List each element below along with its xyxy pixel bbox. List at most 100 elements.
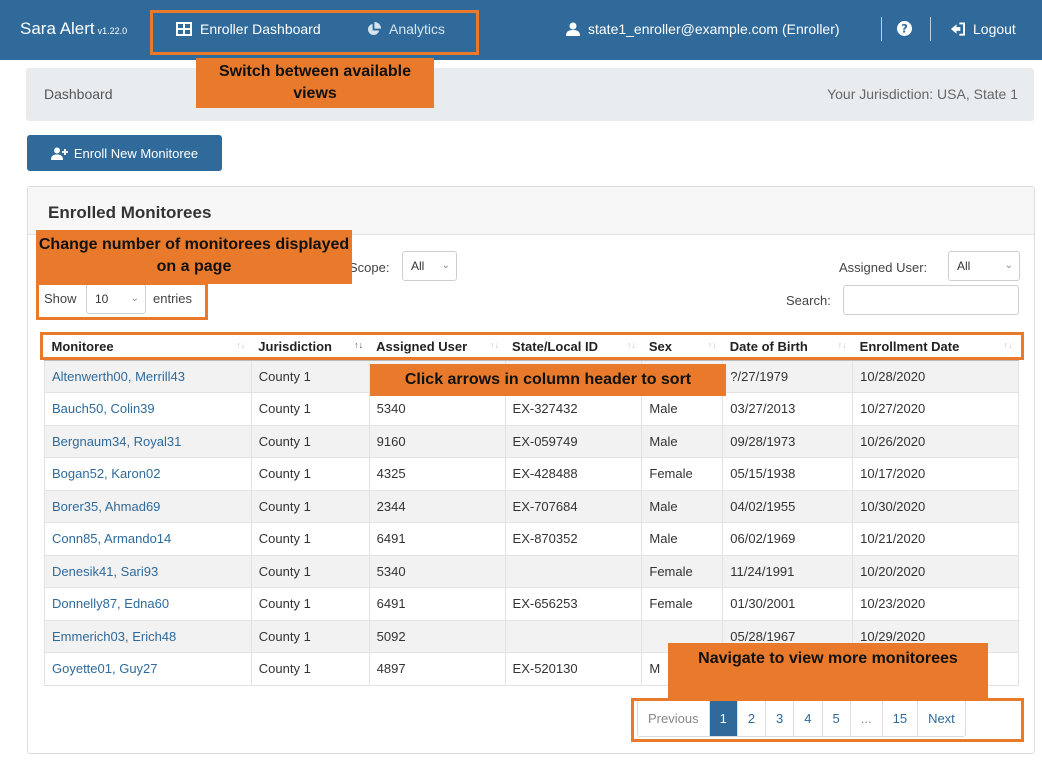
assigned-user-select-value: All — [957, 259, 971, 273]
version-label: v1.22.0 — [97, 26, 128, 36]
table-row[interactable]: Borer35, Ahmad69 County 1 2344 EX-707684 Mal… — [44, 489, 1019, 523]
table-cell: EX-327432 — [504, 392, 643, 426]
brand-name: Sara Alert — [20, 19, 95, 38]
table-cell: County 1 — [250, 392, 370, 426]
nav-divider — [930, 17, 931, 41]
monitoree-link[interactable]: Altenwerth00, Merrill43 — [44, 359, 252, 393]
table-cell: 6491 — [368, 522, 506, 556]
annotation-entries-text: Change number of monitorees displayed on… — [38, 236, 350, 275]
nav-divider — [881, 17, 882, 41]
monitoree-link[interactable]: Denesik41, Sari93 — [44, 554, 252, 588]
table-cell — [504, 619, 643, 653]
table-row[interactable]: Denesik41, Sari93 County 1 5340 Female 11/24… — [44, 554, 1019, 588]
enroll-new-monitoree-button[interactable]: Enroll New Monitoree — [27, 135, 222, 171]
table-cell: 04/02/1955 — [722, 489, 854, 523]
table-cell: County 1 — [250, 489, 370, 523]
help-button[interactable]: ? — [897, 21, 912, 36]
table-cell: 5340 — [368, 554, 506, 588]
table-cell: County 1 — [250, 652, 370, 686]
nav-user-label: state1_enroller@example.com (Enroller) — [588, 21, 840, 37]
table-cell: Female — [641, 587, 724, 621]
nav-user[interactable]: state1_enroller@example.com (Enroller) — [566, 21, 840, 37]
brand[interactable]: Sara Alert v1.22.0 — [20, 19, 127, 39]
table-cell: 01/30/2001 — [722, 587, 854, 621]
logout-label: Logout — [973, 21, 1016, 37]
monitoree-link[interactable]: Emmerich03, Erich48 — [44, 619, 252, 653]
annotation-sort: Click arrows in column header to sort — [370, 364, 726, 396]
annotation-entries: Change number of monitorees displayed on… — [36, 230, 352, 284]
logout-icon — [950, 22, 965, 36]
table-cell: 10/20/2020 — [852, 554, 1019, 588]
search-input[interactable] — [843, 285, 1019, 315]
card-header: Enrolled Monitorees — [28, 187, 1034, 235]
table-cell: County 1 — [250, 424, 370, 458]
table-cell: 5340 — [368, 392, 506, 426]
table-cell: 6491 — [368, 587, 506, 621]
table-cell: Male — [641, 424, 724, 458]
annotation-views: Switch between available views — [196, 58, 434, 108]
annotation-sort-text: Click arrows in column header to sort — [404, 371, 692, 388]
add-user-icon — [50, 147, 68, 160]
monitoree-link[interactable]: Bauch50, Colin39 — [44, 392, 252, 426]
monitoree-link[interactable]: Bogan52, Karon02 — [44, 457, 252, 491]
enroll-button-label: Enroll New Monitoree — [73, 145, 199, 161]
annotation-frame-views — [150, 10, 479, 55]
table-cell: EX-870352 — [504, 522, 643, 556]
monitoree-link[interactable]: Conn85, Armando14 — [44, 522, 252, 556]
table-cell: County 1 — [250, 587, 370, 621]
table-row[interactable]: Conn85, Armando14 County 1 6491 EX-870352 Ma… — [44, 522, 1019, 556]
svg-text:?: ? — [901, 23, 908, 36]
table-cell: 9160 — [368, 424, 506, 458]
table-cell: EX-656253 — [504, 587, 643, 621]
table-cell: 5092 — [368, 619, 506, 653]
logout-button[interactable]: Logout — [950, 21, 1016, 37]
table-cell — [504, 554, 643, 588]
table-cell: EX-059749 — [504, 424, 643, 458]
annotation-frame-entries — [36, 282, 208, 320]
table-cell: ?/27/1979 — [722, 359, 854, 393]
table-cell: 10/21/2020 — [852, 522, 1019, 556]
table-cell: EX-520130 — [504, 652, 643, 686]
table-row[interactable]: Bergnaum34, Royal31 County 1 9160 EX-059749… — [44, 424, 1019, 458]
breadcrumb: Dashboard Your Jurisdiction: USA, State … — [26, 68, 1034, 121]
annotation-frame-headers — [40, 332, 1024, 360]
table-row[interactable]: Donnelly87, Edna60 County 1 6491 EX-656253 F… — [44, 587, 1019, 621]
table-cell: County 1 — [250, 554, 370, 588]
monitoree-link[interactable]: Goyette01, Guy27 — [44, 652, 252, 686]
table-cell: County 1 — [250, 359, 370, 393]
annotation-navigate: Navigate to view more monitorees — [668, 643, 988, 699]
monitoree-link[interactable]: Bergnaum34, Royal31 — [44, 424, 252, 458]
table-cell: 2344 — [368, 489, 506, 523]
table-row[interactable]: Bogan52, Karon02 County 1 4325 EX-428488 Fem… — [44, 457, 1019, 491]
monitoree-link[interactable]: Borer35, Ahmad69 — [44, 489, 252, 523]
table-cell: EX-707684 — [504, 489, 643, 523]
table-cell: 4325 — [368, 457, 506, 491]
table-cell: County 1 — [250, 457, 370, 491]
annotation-navigate-text: Navigate to view more monitorees — [698, 650, 958, 667]
table-cell: 10/23/2020 — [852, 587, 1019, 621]
table-cell: 05/15/1938 — [722, 457, 854, 491]
table-cell: Male — [641, 489, 724, 523]
table-cell: Male — [641, 522, 724, 556]
chevron-down-icon: ⌄ — [1004, 260, 1013, 271]
table-row[interactable]: Bauch50, Colin39 County 1 5340 EX-327432 Mal… — [44, 392, 1019, 426]
table-cell: 4897 — [368, 652, 506, 686]
table-cell: 11/24/1991 — [722, 554, 854, 588]
assigned-user-select[interactable]: All ⌄ — [948, 251, 1020, 281]
annotation-views-text: Switch between available views — [218, 63, 412, 102]
chevron-down-icon: ⌄ — [441, 260, 450, 271]
table-cell: 10/26/2020 — [852, 424, 1019, 458]
table-cell: 10/17/2020 — [852, 457, 1019, 491]
scope-select[interactable]: All ⌄ — [402, 251, 457, 281]
monitoree-link[interactable]: Donnelly87, Edna60 — [44, 587, 252, 621]
table-cell: County 1 — [250, 522, 370, 556]
scope-select-value: All — [411, 259, 425, 273]
assigned-user-label: Assigned User: — [839, 260, 928, 275]
table-cell: Female — [641, 457, 724, 491]
card-title: Enrolled Monitorees — [48, 203, 212, 222]
table-cell: County 1 — [250, 619, 370, 653]
scope-label: Scope: — [349, 260, 390, 275]
table-cell: 09/28/1973 — [722, 424, 854, 458]
table-cell: 03/27/2013 — [722, 392, 854, 426]
question-icon: ? — [897, 21, 912, 36]
